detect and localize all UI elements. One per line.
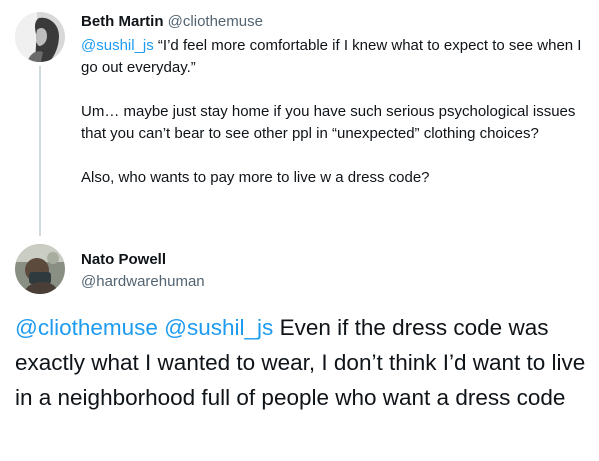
display-name[interactable]: Beth Martin xyxy=(81,13,164,30)
quote-text: “I’d feel more comfortable if I knew wha… xyxy=(81,37,582,76)
mention-link[interactable]: @sushil_js xyxy=(164,315,273,340)
user-handle[interactable]: @hardwarehuman xyxy=(81,272,205,292)
tweet-beth-martin: Beth Martin @cliothemuse @sushil_js “I’d… xyxy=(81,12,591,189)
tweet-body: @sushil_js “I’d feel more comfortable if… xyxy=(81,35,591,189)
tweet-paragraph: Also, who wants to pay more to live w a … xyxy=(81,169,430,186)
avatar-photo-icon xyxy=(15,244,65,294)
user-handle[interactable]: @cliothemuse xyxy=(168,13,263,30)
avatar-photo-icon xyxy=(15,12,65,62)
tweet-paragraph: @sushil_js “I’d feel more comfortable if… xyxy=(81,35,591,79)
nato-powell-avatar[interactable] xyxy=(15,244,65,294)
mention-link[interactable]: @sushil_js xyxy=(81,37,154,54)
tweet-header: Nato Powell @hardwarehuman xyxy=(81,250,205,292)
mention-link[interactable]: @cliothemuse xyxy=(15,315,158,340)
thread-connector-line xyxy=(39,66,41,236)
beth-martin-avatar[interactable] xyxy=(15,12,65,62)
tweet-header: Beth Martin @cliothemuse xyxy=(81,12,591,32)
tweet-paragraph: Um… maybe just stay home if you have suc… xyxy=(81,103,576,142)
display-name[interactable]: Nato Powell xyxy=(81,250,205,270)
tweet-body: @cliothemuse @sushil_js Even if the dres… xyxy=(15,310,590,415)
